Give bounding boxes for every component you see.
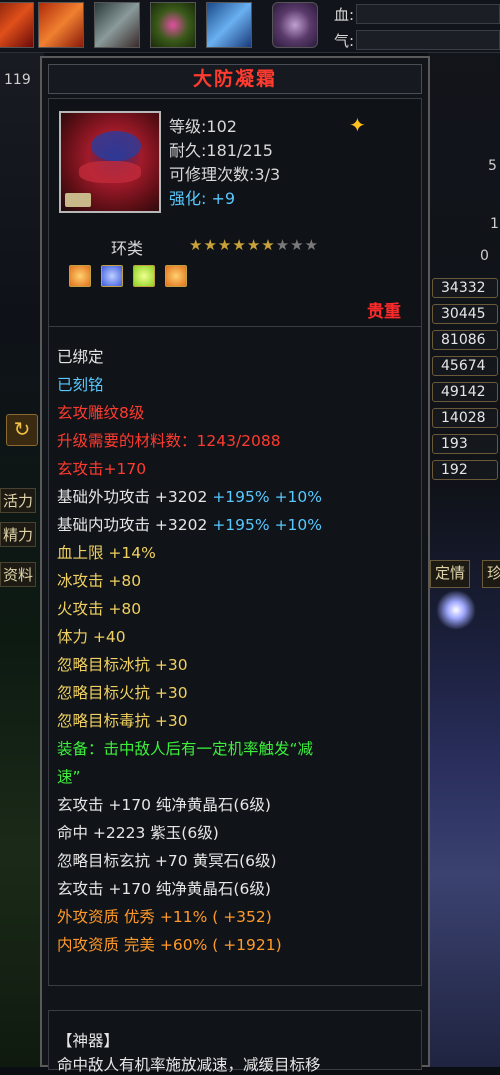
star-empty-icon: ★ [275,236,291,254]
stat-value: 45674 [432,356,498,376]
item-ring-icon [59,111,161,213]
player-level: 119 [4,72,31,88]
item-enhance: 强化: +9 [169,189,236,208]
star-filled-icon: ★ [232,236,247,254]
tab-energy[interactable]: 精力 [0,522,37,547]
attr-bonus-percent: +195% [212,488,270,506]
item-attributes: 已绑定 已刻铭 玄攻雕纹8级 升级需要的材料数：1243/2088 玄攻击+17… [48,326,422,986]
level-label: 等级 [169,117,202,136]
artifact-description: 命中敌人有机率施放减速，减缓目标移 [57,1056,321,1074]
tab-vitality[interactable]: 活力 [0,488,37,513]
right-partial-value: 0 [480,248,489,264]
blue-gem-icon [101,265,123,287]
scene-glow [436,590,476,630]
attr-base-internal-attack: 基础内功攻击 +3202 +195% +10% [57,513,322,535]
attr-carving-level: 玄攻雕纹8级 [57,404,145,422]
attr-bonus-extra: +10% [274,516,323,534]
item-durability: 耐久:181/215 [169,141,273,160]
attr-bound: 已绑定 [57,348,104,366]
star-filled-icon: ★ [189,236,204,254]
right-partial-value: 1 [490,216,499,232]
item-name: 大防凝霜 [48,64,422,94]
skill-icon-gem[interactable] [150,2,196,48]
orange-gem-icon [165,265,187,287]
star-rating: ★★★★★★★★★ [189,236,319,254]
star-empty-icon: ★ [304,236,320,254]
item-level: 等级:102 [169,117,237,136]
attr-base-external-attack: 基础外功攻击 +3202 +195% +10% [57,485,322,507]
stat-value: 192 [432,460,498,480]
stat-value: 30445 [432,304,498,324]
refresh-icon[interactable]: ↻ [6,414,38,446]
enhance-value: +9 [211,189,236,208]
attr-text: 基础内功攻击 +3202 [57,516,208,534]
star-filled-icon: ★ [203,236,218,254]
tab-profile[interactable]: 资料 [0,562,37,587]
attr-external-quality: 外攻资质 优秀 +11% ( +352) [57,908,272,926]
star-filled-icon: ★ [246,236,262,254]
hp-bar [356,4,500,24]
skill-icon-armor[interactable] [94,2,140,48]
attr-ignore-fire-res: 忽略目标火抗 +30 [57,684,188,702]
enhance-label: 强化 [169,189,202,208]
item-rarity: 贵重 [367,302,401,322]
skill-icon-flame[interactable] [38,2,84,48]
repair-label: 可修理次数 [169,165,250,184]
star-filled-icon: ★ [217,236,233,254]
attr-upgrade-material: 升级需要的材料数：1243/2088 [57,432,281,450]
attr-internal-quality: 内攻资质 完美 +60% ( +1921) [57,936,282,954]
skill-icon-sword[interactable] [206,2,252,48]
attr-ignore-poison-res: 忽略目标毒抗 +30 [57,712,188,730]
character-portrait[interactable] [272,2,318,48]
top-skill-bar: 血: 气: [0,0,500,53]
attr-gem-socket: 命中 +2223 紫玉(6级) [57,824,219,842]
stat-value: 34332 [432,278,498,298]
stat-value: 14028 [432,408,498,428]
tab-treasure[interactable]: 珍 [482,560,500,588]
stat-value: 49142 [432,382,498,402]
artifact-header: 【神器】 [57,1032,120,1050]
right-partial-value: 5 [488,158,497,174]
attr-bonus-percent: +195% [212,516,270,534]
tab-affection[interactable]: 定情 [430,560,471,588]
item-repair-count: 可修理次数:3/3 [169,165,281,184]
stat-value: 81086 [432,330,498,350]
item-tooltip: 大防凝霜 等级:102 耐久:181/215 可修理次数:3/3 强化: +9 … [40,56,430,1074]
green-gem-icon [133,265,155,287]
attr-equip-effect-cont: 速” [57,768,81,786]
attr-ignore-ice-res: 忽略目标冰抗 +30 [57,656,188,674]
attr-gem-socket: 玄攻击 +170 纯净黄晶石(6级) [57,796,271,814]
star-filled-icon: ★ [261,236,276,254]
qi-bar [356,30,500,50]
attr-gem-socket: 玄攻击 +170 纯净黄晶石(6级) [57,880,271,898]
attr-hp-max: 血上限 +14% [57,544,156,562]
repair-value: 3/3 [254,165,281,184]
stat-value: 193 [432,434,498,454]
skill-icon-fire[interactable] [0,2,34,48]
attr-fire-attack: 火攻击 +80 [57,600,142,618]
attr-bonus-extra: +10% [274,488,323,506]
attr-text: 基础外功攻击 +3202 [57,488,208,506]
qi-label: 气: [334,32,355,50]
attr-engraved: 已刻铭 [57,376,104,394]
durability-value: 181/215 [206,141,273,160]
star-empty-icon: ★ [290,236,305,254]
item-category: 环类 [111,239,144,258]
artifact-section: 【神器】 命中敌人有机率施放减速，减缓目标移 [48,1010,422,1074]
hp-label: 血: [334,6,355,24]
attr-stamina: 体力 +40 [57,628,126,646]
attr-gem-socket: 忽略目标玄抗 +70 黄冥石(6级) [57,852,277,870]
attr-mystic-attack: 玄攻击+170 [57,460,147,478]
attr-ice-attack: 冰攻击 +80 [57,572,142,590]
flame-icon: ✦ [349,113,366,137]
attr-equip-effect: 装备：击中敌人后有一定机率触发“减 [57,740,314,758]
item-header: 等级:102 耐久:181/215 可修理次数:3/3 强化: +9 ✦ 环类 … [48,98,422,358]
level-value: 102 [206,117,237,136]
durability-label: 耐久 [169,141,202,160]
orange-gem-icon [69,265,91,287]
